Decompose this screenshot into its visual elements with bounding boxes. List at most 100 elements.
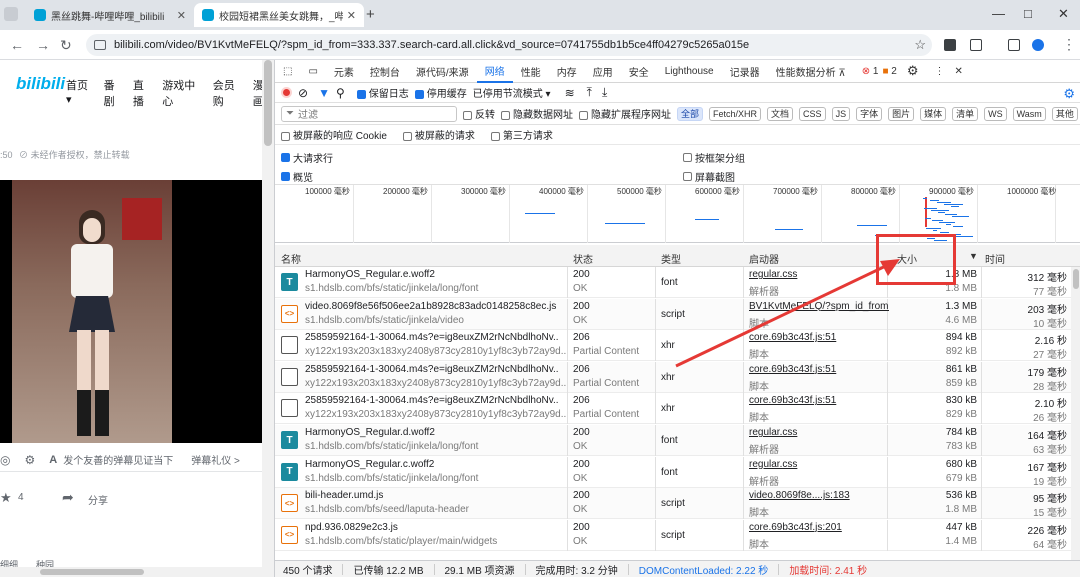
type-filter-css[interactable]: CSS (799, 106, 826, 121)
share-icon[interactable]: ➦ (62, 489, 74, 506)
request-initiator[interactable]: regular.css (749, 459, 889, 470)
col-time[interactable]: 时间 (985, 251, 1005, 266)
upload-har-icon[interactable]: ⤒ (587, 85, 592, 100)
type-filter-font[interactable]: 字体 (856, 106, 883, 121)
request-initiator[interactable]: core.69b3c43f.js:51 (749, 364, 889, 375)
request-row[interactable]: T HarmonyOS_Regular.d.woff2 s1.hdslb.com/b… (275, 425, 1071, 456)
panel-tab-performance[interactable]: 性能 (513, 60, 549, 83)
type-filter-media[interactable]: 媒体 (920, 106, 947, 121)
request-initiator[interactable]: BV1KvtMeFELQ/?spm_id_from=3 (749, 301, 889, 312)
network-settings-gear-icon[interactable]: ⚙ (1063, 86, 1075, 102)
extension-icon[interactable] (944, 39, 956, 51)
blocked-requests-checkbox[interactable]: 被屏蔽的请求 (402, 127, 475, 142)
forward-icon[interactable]: → (36, 37, 50, 53)
minimize-button[interactable]: — (992, 6, 1005, 21)
danmu-input[interactable]: 发个友善的弹幕见证当下 (63, 452, 183, 467)
inspect-icon[interactable]: ⬚ (275, 60, 300, 83)
type-filter-doc[interactable]: 文档 (767, 106, 794, 121)
panel-tab-security[interactable]: 安全 (621, 60, 657, 83)
screenshots-checkbox[interactable]: 屏幕截图 (683, 169, 735, 184)
request-initiator[interactable]: regular.css (749, 427, 889, 438)
request-initiator[interactable]: core.69b3c43f.js:201 (749, 522, 889, 533)
close-devtools-icon[interactable]: ✕ (953, 60, 965, 83)
type-filter-all[interactable]: 全部 (677, 106, 704, 121)
record-icon[interactable] (281, 87, 292, 98)
request-row[interactable]: <> npd.936.0829e2c3.js s1.hdslb.com/bfs/st… (275, 519, 1071, 551)
close-tab-icon[interactable]: ✕ (177, 9, 186, 22)
network-conditions-icon[interactable]: ≋ (565, 86, 575, 100)
settings-gear-icon[interactable]: ⚙ (899, 60, 927, 83)
close-window-button[interactable]: ✕ (1058, 6, 1069, 22)
nav-games[interactable]: 游戏中心 (162, 77, 205, 109)
type-filter-js[interactable]: JS (831, 106, 851, 121)
warning-count[interactable]: ■ 2 (880, 60, 898, 83)
request-name[interactable]: HarmonyOS_Regular.e.woff2 (305, 269, 559, 280)
request-name[interactable]: HarmonyOS_Regular.c.woff2 (305, 459, 559, 470)
panel-tab-memory[interactable]: 内存 (549, 60, 585, 83)
type-filter-img[interactable]: 图片 (888, 106, 915, 121)
panel-tab-sources[interactable]: 源代码/来源 (408, 60, 477, 83)
danmu-settings-icon[interactable]: ⚙ (24, 453, 35, 467)
request-name[interactable]: 25859592164-1-30064.m4s?e=ig8euxZM2rNcNb… (305, 364, 559, 375)
share-label[interactable]: 分享 (88, 492, 108, 507)
type-filter-wasm[interactable]: Wasm (1012, 106, 1046, 121)
request-name[interactable]: npd.936.0829e2c3.js (305, 522, 559, 533)
device-toolbar-icon[interactable]: ▭ (300, 60, 325, 83)
type-filter-ws[interactable]: WS (984, 106, 1007, 121)
request-name[interactable]: 25859592164-1-30064.m4s?e=ig8euxZM2rNcNb… (305, 395, 559, 406)
network-overview-timeline[interactable]: 100000 毫秒 200000 毫秒 300000 毫秒 400000 毫秒 5000… (275, 185, 1080, 243)
tab-search-icon[interactable] (4, 7, 18, 21)
request-name[interactable]: video.8069f8e56f506ee2a1b8928c83adc01482… (305, 301, 559, 312)
panel-tab-lighthouse[interactable]: Lighthouse (657, 60, 722, 83)
danmu-a-icon[interactable]: A (49, 454, 57, 466)
site-info-icon[interactable] (94, 40, 106, 50)
request-row[interactable]: <> video.8069f8e56f506ee2a1b8928c83adc014… (275, 298, 1071, 330)
request-row[interactable]: T HarmonyOS_Regular.c.woff2 s1.hdslb.com/b… (275, 456, 1071, 488)
download-har-icon[interactable]: ⤓ (602, 85, 607, 100)
request-row[interactable]: 25859592164-1-30064.m4s?e=ig8euxZM2rNcNb… (275, 330, 1071, 362)
panel-tab-application[interactable]: 应用 (585, 60, 621, 83)
request-initiator[interactable]: video.8069f8e....js:183 (749, 490, 889, 501)
new-tab-button[interactable]: + (366, 6, 375, 23)
panel-tab-elements[interactable]: 元素 (326, 60, 362, 83)
nav-shop[interactable]: 会员购 (213, 77, 245, 109)
video-player[interactable] (0, 180, 262, 443)
panel-tab-console[interactable]: 控制台 (362, 60, 408, 83)
bilibili-logo[interactable]: bilibili (16, 74, 65, 94)
request-name[interactable]: HarmonyOS_Regular.d.woff2 (305, 427, 559, 438)
type-filter-fetch-xhr[interactable]: Fetch/XHR (709, 106, 762, 121)
nav-live[interactable]: 直播 (133, 77, 154, 109)
group-by-frame-checkbox[interactable]: 按框架分组 (683, 150, 745, 165)
clear-icon[interactable]: ⊘ (298, 86, 308, 100)
col-name[interactable]: 名称 (281, 251, 301, 266)
search-icon[interactable]: ⚲ (336, 86, 345, 100)
danmu-toggle-icon[interactable]: ◎ (0, 453, 10, 467)
big-rows-checkbox[interactable]: 大请求行 (281, 150, 333, 165)
blocked-cookies-checkbox[interactable]: 被屏蔽的响应 Cookie (281, 127, 387, 142)
col-status[interactable]: 状态 (573, 251, 593, 266)
error-count[interactable]: ⊗ 1 (860, 60, 881, 83)
disable-cache-checkbox[interactable]: 停用缓存 (414, 85, 467, 100)
panel-tab-performance-insights[interactable]: 性能数据分析 ⊼ (768, 60, 854, 83)
nav-home[interactable]: 首页 ▾ (66, 77, 96, 109)
third-party-checkbox[interactable]: 第三方请求 (490, 127, 553, 142)
profile-avatar-icon[interactable] (1032, 39, 1044, 51)
menu-icon[interactable]: ⋮ (1062, 36, 1076, 53)
danmu-etiquette-link[interactable]: 弹幕礼仪 > (191, 452, 240, 467)
url-bar[interactable]: bilibili.com/video/BV1KvtMeFELQ/?spm_id_… (86, 34, 932, 56)
invert-checkbox[interactable]: 反转 (463, 106, 495, 121)
page-scrollbar[interactable] (262, 60, 274, 577)
col-type[interactable]: 类型 (661, 251, 681, 266)
panel-tab-network[interactable]: 网络 (476, 60, 513, 83)
reload-icon[interactable]: ↻ (60, 37, 72, 54)
request-name[interactable]: bili-header.umd.js (305, 490, 559, 501)
filter-funnel-icon[interactable]: ▼ (318, 86, 330, 100)
close-tab-icon[interactable]: ✕ (347, 9, 356, 22)
maximize-button[interactable]: □ (1024, 6, 1032, 21)
hide-data-urls-checkbox[interactable]: 隐藏数据网址 (501, 106, 573, 121)
type-filter-manifest[interactable]: 清单 (952, 106, 979, 121)
reading-list-icon[interactable] (1008, 39, 1020, 51)
panel-tab-recorder[interactable]: 记录器 (722, 60, 768, 83)
bookmark-star-icon[interactable]: ☆ (914, 37, 926, 53)
nav-anime[interactable]: 番剧 (104, 77, 125, 109)
